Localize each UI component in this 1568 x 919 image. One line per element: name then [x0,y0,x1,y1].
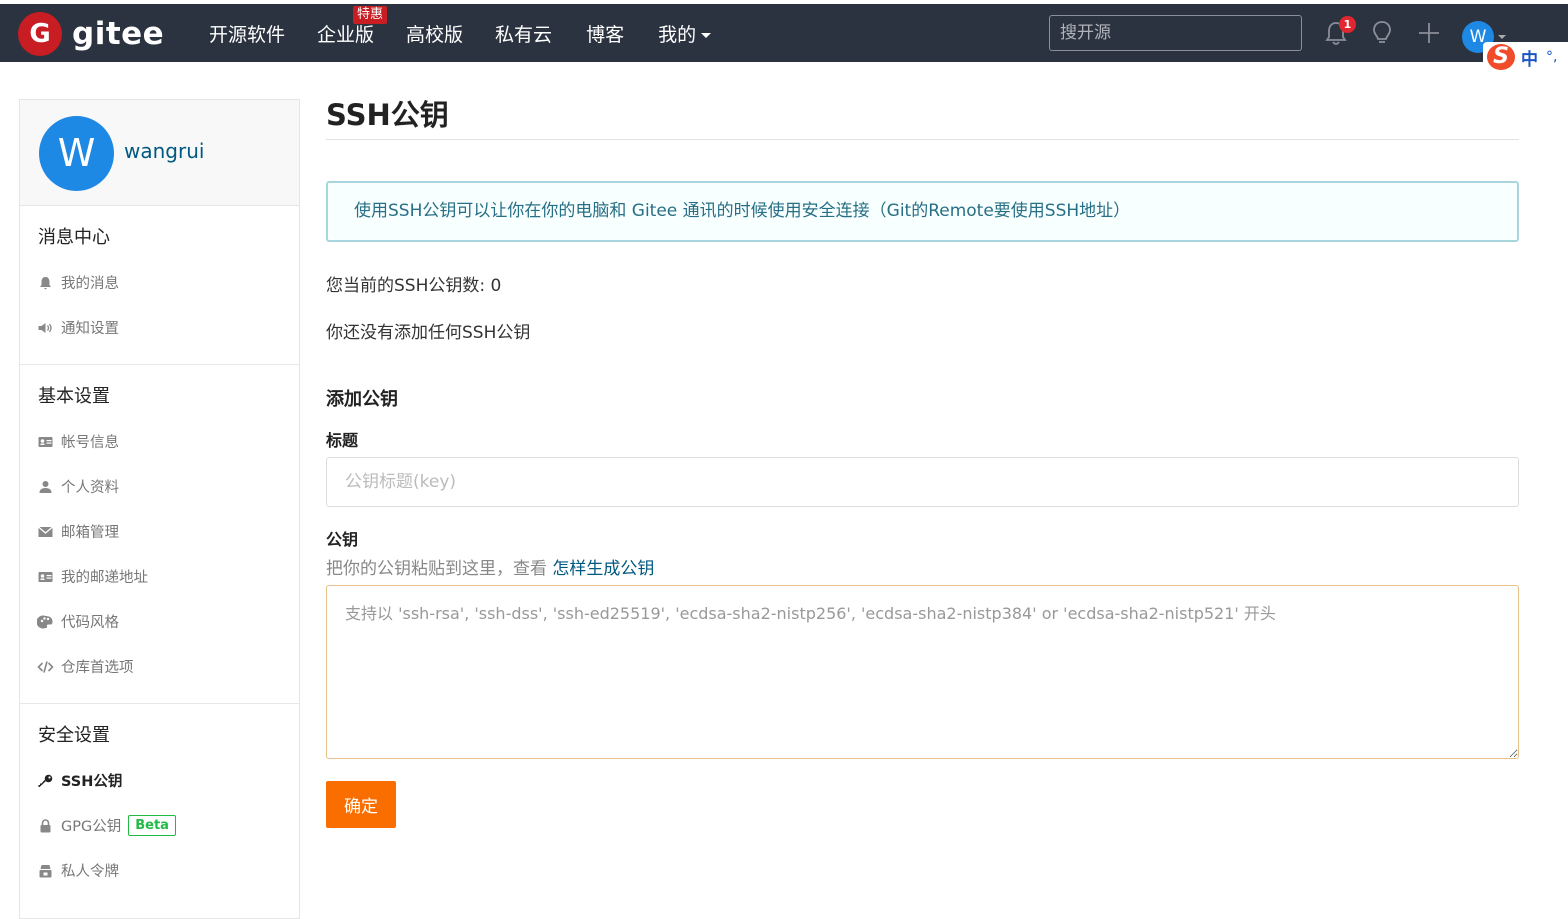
ime-logo-icon: S [1487,44,1515,70]
lightbulb-icon[interactable] [1368,19,1396,47]
id-card-icon [38,436,53,447]
sidebar-item-notification-settings[interactable]: 通知设置 [20,305,299,350]
sidebar-item-label: 仓库首选项 [61,660,134,676]
plus-icon[interactable] [1415,19,1443,47]
sidebar-item-label: 私人令牌 [61,864,119,880]
avatar-chevron-down-icon [1498,35,1506,39]
sidebar-item-label: 我的消息 [61,276,119,292]
user-icon [39,480,52,493]
gitee-logo[interactable]: G gitee [18,12,164,56]
beta-badge: Beta [128,815,176,836]
submit-button[interactable]: 确定 [326,781,396,828]
sidebar-item-postal-address[interactable]: 我的邮递地址 [20,554,299,599]
palette-icon [37,615,53,628]
profile-card: W wangrui [20,100,299,206]
ime-toolbar[interactable]: S 中 °, [1483,42,1568,72]
token-icon [39,864,52,877]
no-keys-message: 你还没有添加任何SSH公钥 [326,323,531,343]
group-title-messages: 消息中心 [38,227,110,248]
sidebar-item-my-messages[interactable]: 我的消息 [20,260,299,305]
nav-open-source[interactable]: 开源软件 [193,20,301,47]
avatar[interactable]: W [39,116,114,191]
ssh-key-count: 您当前的SSH公钥数: 0 [326,276,502,296]
nav-private-cloud[interactable]: 私有云 [479,20,568,47]
promo-badge: 特惠 [353,5,388,24]
key-icon [38,774,53,787]
sidebar-item-label: 通知设置 [61,321,119,337]
sidebar-item-label: SSH公钥 [61,774,123,790]
sidebar-item-email[interactable]: 邮箱管理 [20,509,299,554]
public-key-textarea[interactable] [326,585,1519,759]
ssh-info-message: 使用SSH公钥可以让你在你的电脑和 Gitee 通讯的时候使用安全连接（Git的… [326,181,1519,242]
envelope-icon [38,526,53,537]
top-navbar: G gitee 开源软件 企业版 特惠 高校版 私有云 博客 我的 1 W [0,0,1568,62]
key-field-label: 公钥 [326,530,359,549]
nav-university[interactable]: 高校版 [390,20,479,47]
sidebar-divider [20,703,299,704]
sidebar-item-private-tokens[interactable]: 私人令牌 [20,848,299,893]
sidebar-item-label: 邮箱管理 [61,525,119,541]
key-hint-text: 把你的公钥粘贴到这里，查看 [326,559,553,579]
add-key-heading: 添加公钥 [326,389,398,410]
sidebar-item-label: 个人资料 [61,480,119,496]
lock-icon [40,818,51,832]
sidebar-divider [20,364,299,365]
gitee-logo-icon: G [18,12,62,56]
nav-blog[interactable]: 博客 [568,20,642,47]
sidebar-item-code-style[interactable]: 代码风格 [20,599,299,644]
sidebar-item-label: GPG公钥 [61,819,122,835]
chevron-down-icon [701,32,712,38]
bell-icon [40,276,51,289]
ime-punct: °, [1546,49,1558,65]
gitee-logo-text: gitee [72,16,165,52]
main-nav: 开源软件 企业版 特惠 高校版 私有云 博客 我的 [193,4,727,62]
key-title-input[interactable] [326,457,1519,507]
sidebar-item-gpg-keys[interactable]: GPG公钥 Beta [20,803,299,848]
main-content: SSH公钥 使用SSH公钥可以让你在你的电脑和 Gitee 通讯的时候使用安全连… [326,90,1519,828]
nav-mine[interactable]: 我的 [642,20,727,47]
sidebar-item-profile[interactable]: 个人资料 [20,464,299,509]
username-link[interactable]: wangrui [124,139,204,163]
code-icon [37,660,54,673]
nav-mine-label: 我的 [658,23,697,46]
address-card-icon [38,571,53,582]
sidebar-item-repo-preferences[interactable]: 仓库首选项 [20,644,299,689]
how-to-generate-key-link[interactable]: 怎样生成公钥 [552,559,654,579]
key-hint: 把你的公钥粘贴到这里，查看 怎样生成公钥 [326,558,1519,580]
nav-enterprise[interactable]: 企业版 特惠 [301,5,390,47]
title-field-label: 标题 [326,431,359,450]
sidebar-item-label: 帐号信息 [61,435,119,451]
group-title-basic: 基本设置 [38,386,110,407]
nav-enterprise-label: 企业版 [317,23,375,46]
page-title: SSH公钥 [326,90,1519,140]
notification-badge: 1 [1339,16,1356,33]
sidebar-item-account-info[interactable]: 帐号信息 [20,419,299,464]
volume-icon [38,322,52,333]
search-input[interactable] [1049,15,1302,51]
group-title-security: 安全设置 [38,725,110,746]
sidebar-item-ssh-keys[interactable]: SSH公钥 [20,758,299,803]
sidebar-item-label: 我的邮递地址 [61,570,148,586]
ime-mode: 中 [1521,49,1538,70]
settings-sidebar: W wangrui 消息中心 我的消息 通知设置 基本设置 帐号信息 个人资料 … [19,99,300,919]
sidebar-item-label: 代码风格 [61,615,119,631]
